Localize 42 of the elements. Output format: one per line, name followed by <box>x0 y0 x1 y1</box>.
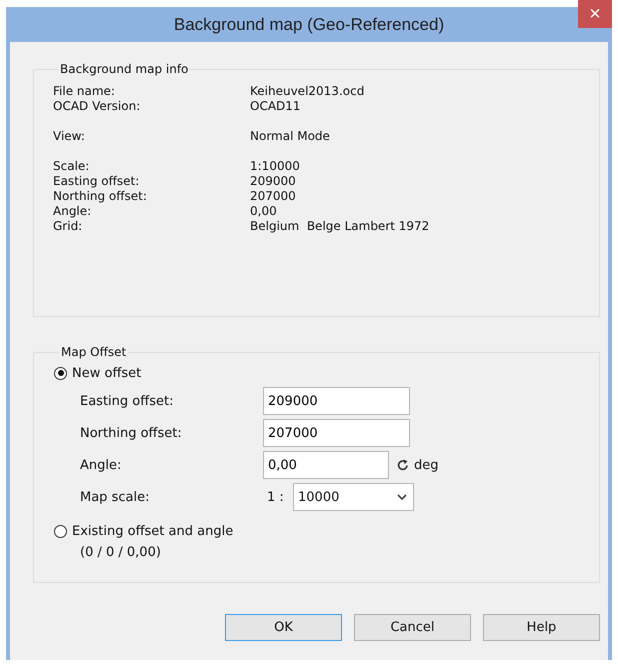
dialog-button[interactable]: Cancel <box>354 614 471 641</box>
offset-note: (0 / 0 / 0,00) <box>79 544 162 562</box>
info-label: Easting offset: <box>53 174 140 189</box>
info-label: Grid: <box>53 219 84 234</box>
info-value: 0,00 <box>250 204 277 219</box>
field-label: Northing offset: <box>80 426 183 440</box>
radio-label: Existing offset and angle <box>72 524 234 538</box>
info-value: Belgium Belge Lambert 1972 <box>250 219 430 234</box>
info-label: File name: <box>53 84 116 99</box>
info-label: Northing offset: <box>53 189 148 204</box>
info-label: Angle: <box>53 204 92 219</box>
group-title: Background map info <box>59 62 190 76</box>
field-label: Angle: <box>80 458 122 472</box>
window-title: Background map (Geo-Referenced) <box>174 14 444 34</box>
radio-option[interactable]: New offset <box>54 361 599 385</box>
input-field[interactable]: 209000 <box>263 387 410 415</box>
field-label: Easting offset: <box>80 394 174 408</box>
input-field[interactable]: 0,00 <box>263 451 389 479</box>
radio-button[interactable] <box>54 524 67 538</box>
unit-label: deg <box>414 458 439 472</box>
chevron-down-icon <box>397 494 407 500</box>
close-button[interactable]: × <box>578 0 612 28</box>
info-value: 209000 <box>250 174 296 189</box>
input-field[interactable]: 207000 <box>263 419 410 447</box>
info-value: Normal Mode <box>250 129 330 144</box>
radio-button[interactable] <box>54 366 67 380</box>
scale-prefix: 1 : <box>266 490 285 504</box>
info-label: View: <box>53 129 86 144</box>
info-value: Keiheuvel2013.ocd <box>250 84 364 99</box>
info-value: OCAD11 <box>250 99 301 114</box>
radio-option[interactable]: Existing offset and angle <box>54 519 599 543</box>
info-label: OCAD Version: <box>53 99 142 114</box>
info-label: Scale: <box>53 159 90 174</box>
dialog-button[interactable]: Help <box>483 614 600 641</box>
field-label: Map scale: <box>80 490 150 504</box>
rotate-icon <box>396 458 410 472</box>
radio-label: New offset <box>72 366 142 380</box>
group-title: Map Offset <box>60 345 128 359</box>
dialog-button[interactable]: OK <box>225 614 342 641</box>
scale-dropdown[interactable]: 10000 <box>293 483 414 511</box>
info-value: 207000 <box>250 189 296 204</box>
info-value: 1:10000 <box>250 159 300 174</box>
